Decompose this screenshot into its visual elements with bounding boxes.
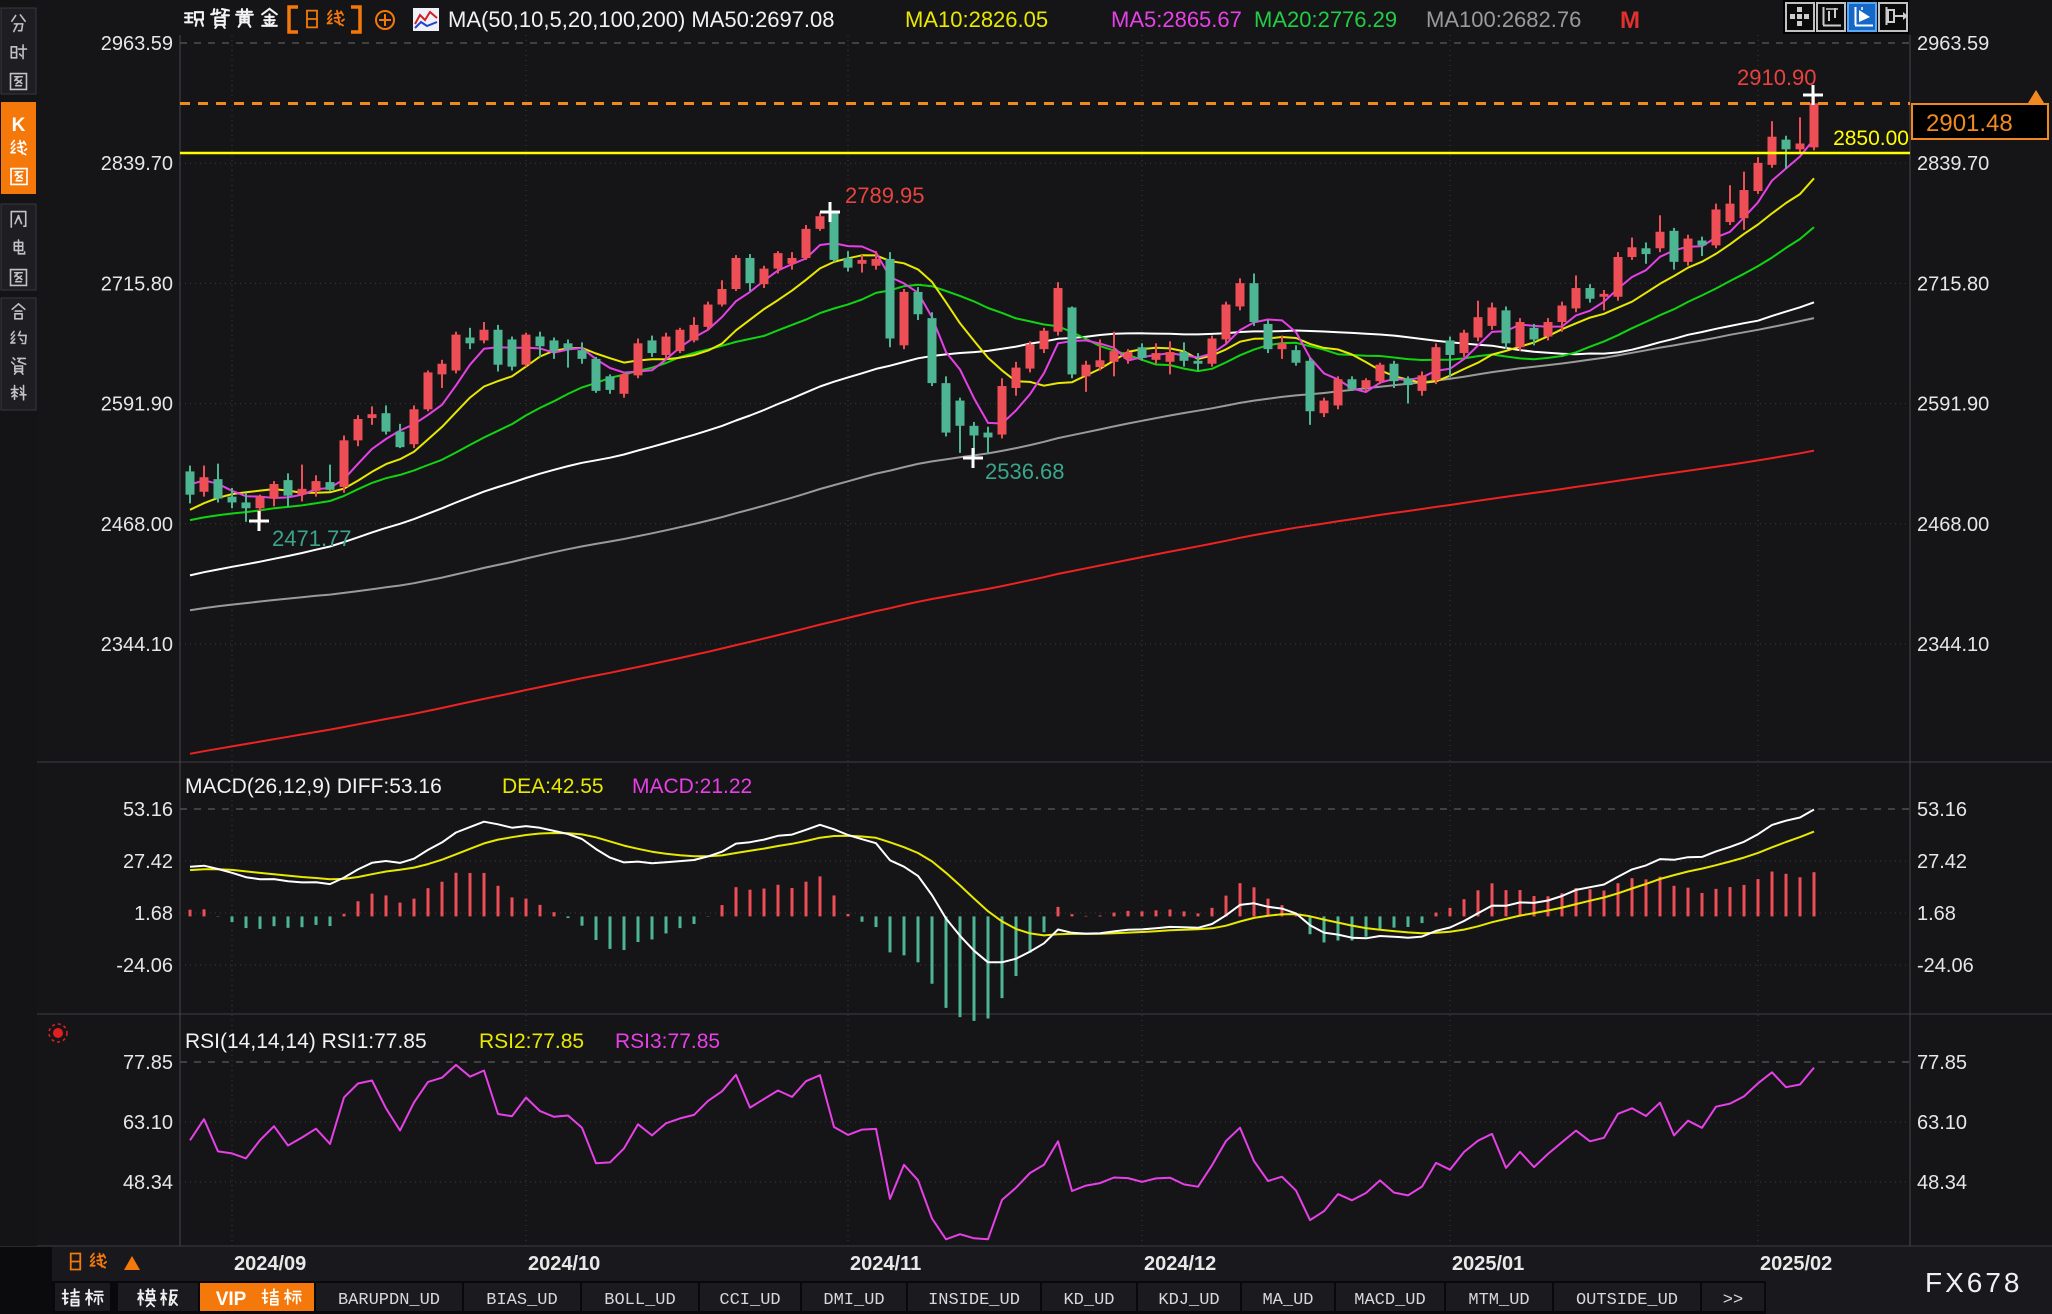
svg-text:MACD:21.22: MACD:21.22 xyxy=(632,775,752,798)
svg-text:2024/10: 2024/10 xyxy=(528,1253,600,1275)
svg-text:DEA:42.55: DEA:42.55 xyxy=(502,775,604,798)
svg-text:2024/11: 2024/11 xyxy=(850,1253,921,1275)
svg-text:MA20:2776.29: MA20:2776.29 xyxy=(1254,7,1397,32)
svg-text:KD_UD: KD_UD xyxy=(1063,1291,1114,1310)
svg-text:2910.90: 2910.90 xyxy=(1737,65,1817,90)
svg-text:27.42: 27.42 xyxy=(1917,851,1967,873)
svg-text:OUTSIDE_UD: OUTSIDE_UD xyxy=(1576,1291,1678,1310)
svg-text:VIP: VIP xyxy=(216,1289,247,1310)
svg-text:2715.80: 2715.80 xyxy=(101,273,173,295)
svg-text:MA5:2865.67: MA5:2865.67 xyxy=(1111,7,1242,32)
svg-text:2344.10: 2344.10 xyxy=(101,634,173,656)
svg-text:2024/09: 2024/09 xyxy=(234,1253,306,1275)
svg-text:48.34: 48.34 xyxy=(123,1172,173,1194)
svg-text:2789.95: 2789.95 xyxy=(845,183,925,208)
svg-text:2850.00: 2850.00 xyxy=(1833,127,1909,150)
svg-text:2963.59: 2963.59 xyxy=(101,33,173,55)
svg-text:MA100:2682.76: MA100:2682.76 xyxy=(1426,7,1581,32)
svg-text:MA_UD: MA_UD xyxy=(1262,1291,1313,1310)
svg-text:BARUPDN_UD: BARUPDN_UD xyxy=(338,1291,440,1310)
svg-text:1.68: 1.68 xyxy=(134,903,173,925)
svg-text:>>: >> xyxy=(1723,1291,1743,1310)
svg-text:-24.06: -24.06 xyxy=(116,955,173,977)
svg-text:2839.70: 2839.70 xyxy=(101,153,173,175)
svg-text:2471.77: 2471.77 xyxy=(272,526,352,551)
svg-text:1.68: 1.68 xyxy=(1917,903,1956,925)
svg-text:M: M xyxy=(1620,7,1640,34)
svg-text:53.16: 53.16 xyxy=(123,799,173,821)
svg-text:MACD_UD: MACD_UD xyxy=(1354,1291,1425,1310)
svg-text:77.85: 77.85 xyxy=(1917,1052,1967,1074)
svg-text:KDJ_UD: KDJ_UD xyxy=(1158,1291,1219,1310)
svg-text:2591.90: 2591.90 xyxy=(1917,394,1989,416)
svg-text:48.34: 48.34 xyxy=(1917,1172,1967,1194)
svg-text:2591.90: 2591.90 xyxy=(101,394,173,416)
svg-text:2024/12: 2024/12 xyxy=(1144,1253,1216,1275)
svg-text:2715.80: 2715.80 xyxy=(1917,273,1989,295)
svg-text:RSI3:77.85: RSI3:77.85 xyxy=(615,1030,720,1053)
svg-text:RSI(14,14,14) RSI1:77.85: RSI(14,14,14) RSI1:77.85 xyxy=(185,1030,427,1053)
svg-text:K: K xyxy=(12,115,26,136)
svg-text:MACD(26,12,9) DIFF:53.16: MACD(26,12,9) DIFF:53.16 xyxy=(185,775,442,798)
svg-text:BIAS_UD: BIAS_UD xyxy=(486,1291,557,1310)
svg-text:2963.59: 2963.59 xyxy=(1917,33,1989,55)
svg-text:FX678: FX678 xyxy=(1925,1267,2023,1298)
svg-text:BOLL_UD: BOLL_UD xyxy=(604,1291,675,1310)
svg-text:2901.48: 2901.48 xyxy=(1926,110,2013,137)
svg-text:2025/02: 2025/02 xyxy=(1760,1253,1832,1275)
svg-text:2344.10: 2344.10 xyxy=(1917,634,1989,656)
svg-text:2468.00: 2468.00 xyxy=(101,514,173,536)
svg-text:CCI_UD: CCI_UD xyxy=(719,1291,780,1310)
svg-text:MA(50,10,5,20,100,200) MA50:26: MA(50,10,5,20,100,200) MA50:2697.08 xyxy=(448,7,835,32)
svg-text:77.85: 77.85 xyxy=(123,1052,173,1074)
svg-text:63.10: 63.10 xyxy=(123,1112,173,1134)
svg-text:2839.70: 2839.70 xyxy=(1917,153,1989,175)
svg-text:53.16: 53.16 xyxy=(1917,799,1967,821)
svg-text:INSIDE_UD: INSIDE_UD xyxy=(928,1291,1020,1310)
svg-text:2536.68: 2536.68 xyxy=(985,459,1065,484)
svg-text:2468.00: 2468.00 xyxy=(1917,514,1989,536)
svg-text:MA10:2826.05: MA10:2826.05 xyxy=(905,7,1048,32)
svg-text:27.42: 27.42 xyxy=(123,851,173,873)
svg-text:63.10: 63.10 xyxy=(1917,1112,1967,1134)
svg-text:MTM_UD: MTM_UD xyxy=(1468,1291,1529,1310)
svg-text:-24.06: -24.06 xyxy=(1917,955,1974,977)
svg-text:2025/01: 2025/01 xyxy=(1452,1253,1524,1275)
svg-text:DMI_UD: DMI_UD xyxy=(823,1291,884,1310)
svg-text:RSI2:77.85: RSI2:77.85 xyxy=(479,1030,584,1053)
